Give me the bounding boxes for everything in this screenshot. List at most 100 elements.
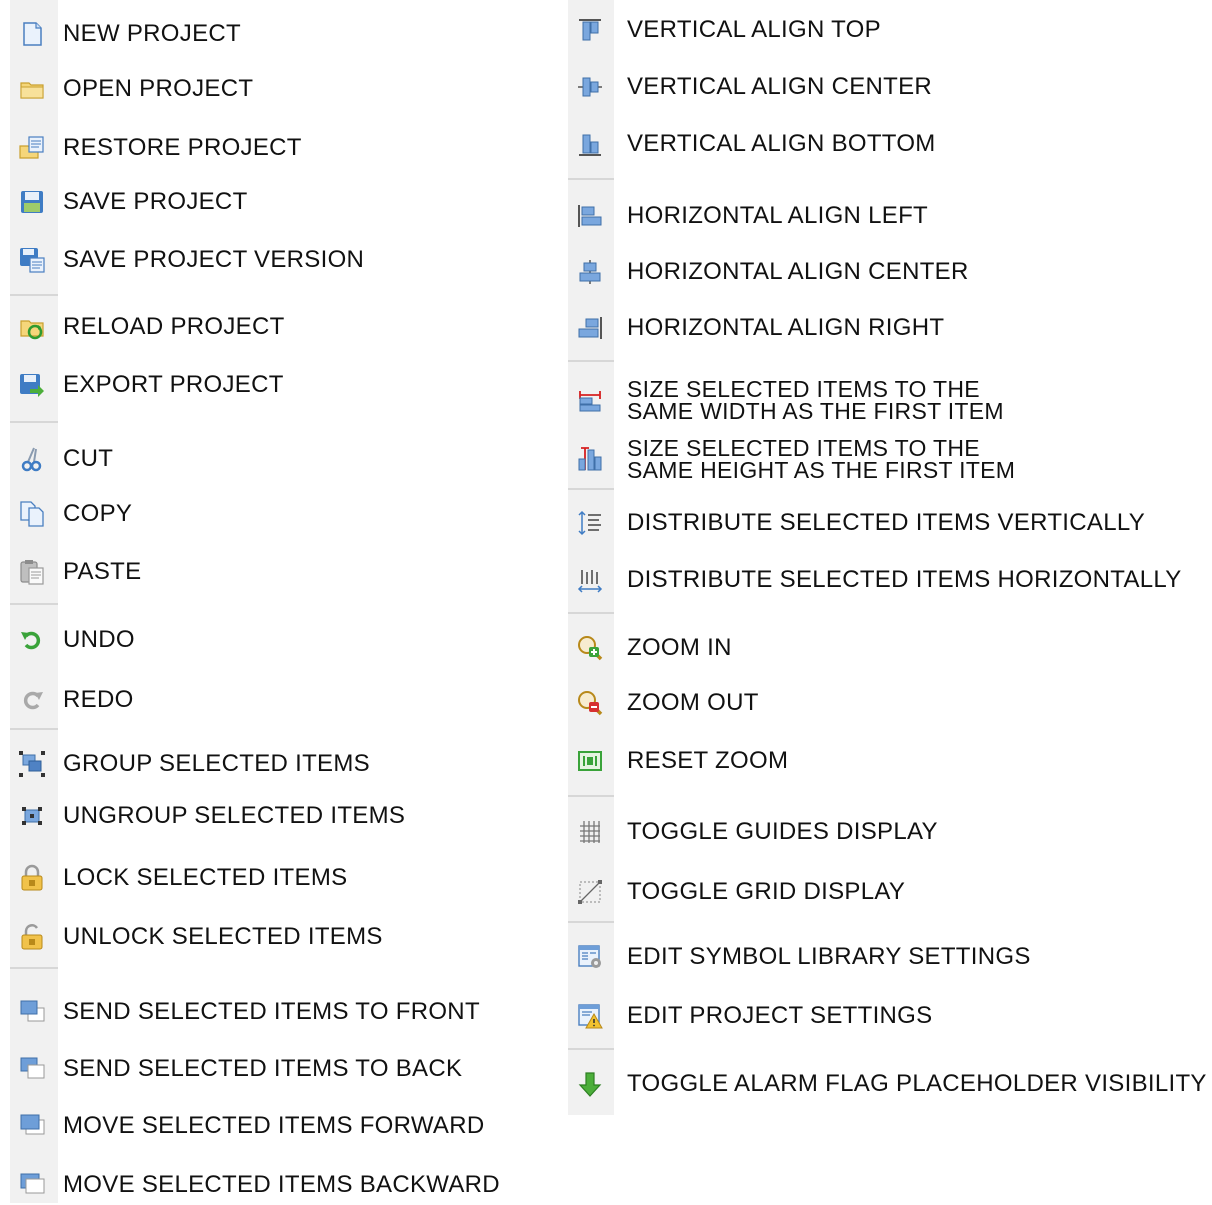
move-backward-icon: [18, 1171, 46, 1199]
item-label: PASTE: [63, 558, 142, 585]
item-label: LOCK SELECTED ITEMS: [63, 864, 348, 891]
move-forward-icon: [18, 1112, 46, 1140]
distribute-vertical-item[interactable]: DISTRIBUTE SELECTED ITEMS VERTICALLY: [560, 503, 1212, 543]
horizontal-align-center-item[interactable]: HORIZONTAL ALIGN CENTER: [560, 252, 1212, 292]
distribute-vertical-icon: [576, 509, 604, 537]
reset-zoom-icon: [576, 747, 604, 775]
reload-project-item[interactable]: RELOAD PROJECT: [0, 307, 540, 347]
same-height-item[interactable]: SIZE SELECTED ITEMS TO THE SAME HEIGHT A…: [560, 436, 1212, 482]
item-label: DISTRIBUTE SELECTED ITEMS VERTICALLY: [627, 509, 1146, 536]
send-to-back-icon: [18, 1055, 46, 1083]
separator: [568, 1048, 614, 1050]
new-document-icon: [18, 20, 46, 48]
send-to-front-item[interactable]: SEND SELECTED ITEMS TO FRONT: [0, 992, 540, 1032]
item-label: RESTORE PROJECT: [63, 134, 302, 161]
item-label: UNLOCK SELECTED ITEMS: [63, 923, 383, 950]
new-project-item[interactable]: NEW PROJECT: [0, 14, 540, 54]
move-backward-item[interactable]: MOVE SELECTED ITEMS BACKWARD: [0, 1165, 540, 1205]
item-label: EDIT PROJECT SETTINGS: [627, 1002, 933, 1029]
item-label: HORIZONTAL ALIGN RIGHT: [627, 314, 945, 341]
item-label: VERTICAL ALIGN CENTER: [627, 73, 933, 100]
same-width-icon: [576, 386, 604, 414]
distribute-horizontal-icon: [576, 566, 604, 594]
same-width-item[interactable]: SIZE SELECTED ITEMS TO THE SAME WIDTH AS…: [560, 377, 1212, 423]
scissors-icon: [18, 445, 46, 473]
unlock-icon: [18, 923, 46, 951]
send-to-back-item[interactable]: SEND SELECTED ITEMS TO BACK: [0, 1049, 540, 1089]
item-label: HORIZONTAL ALIGN LEFT: [627, 202, 929, 229]
separator: [10, 967, 58, 969]
item-label: SIZE SELECTED ITEMS TO THE SAME WIDTH AS…: [627, 377, 1187, 422]
copy-item[interactable]: COPY: [0, 494, 540, 534]
paste-icon: [18, 558, 46, 586]
zoom-in-icon: [576, 634, 604, 662]
restore-project-item[interactable]: RESTORE PROJECT: [0, 128, 540, 168]
zoom-out-item[interactable]: ZOOM OUT: [560, 683, 1212, 723]
same-height-icon: [576, 445, 604, 473]
restore-icon: [18, 134, 46, 162]
cut-item[interactable]: CUT: [0, 439, 540, 479]
group-selected-items-item[interactable]: GROUP SELECTED ITEMS: [0, 744, 540, 784]
export-project-item[interactable]: EXPORT PROJECT: [0, 365, 540, 405]
item-label: SAVE PROJECT VERSION: [63, 246, 365, 273]
export-icon: [18, 371, 46, 399]
horizontal-align-right-item[interactable]: HORIZONTAL ALIGN RIGHT: [560, 308, 1212, 348]
item-label: DISTRIBUTE SELECTED ITEMS HORIZONTALLY: [627, 566, 1182, 593]
distribute-horizontal-item[interactable]: DISTRIBUTE SELECTED ITEMS HORIZONTALLY: [560, 560, 1212, 600]
align-top-icon: [576, 16, 604, 44]
copy-icon: [18, 500, 46, 528]
ungroup-selected-items-item[interactable]: UNGROUP SELECTED ITEMS: [0, 796, 540, 836]
save-icon: [18, 188, 46, 216]
item-label: REDO: [63, 686, 134, 713]
item-label: EXPORT PROJECT: [63, 371, 284, 398]
item-label: RELOAD PROJECT: [63, 313, 285, 340]
undo-icon: [18, 626, 46, 654]
bring-to-front-icon: [18, 998, 46, 1026]
save-project-version-item[interactable]: SAVE PROJECT VERSION: [0, 240, 540, 280]
separator: [10, 294, 58, 296]
undo-item[interactable]: UNDO: [0, 620, 540, 660]
redo-item[interactable]: REDO: [0, 680, 540, 720]
item-label: SEND SELECTED ITEMS TO FRONT: [63, 998, 480, 1025]
item-label: UNDO: [63, 626, 135, 653]
unlock-selected-items-item[interactable]: UNLOCK SELECTED ITEMS: [0, 917, 540, 957]
item-label: RESET ZOOM: [627, 747, 789, 774]
reload-icon: [18, 313, 46, 341]
item-label: NEW PROJECT: [63, 20, 241, 47]
vertical-align-center-item[interactable]: VERTICAL ALIGN CENTER: [560, 67, 1212, 107]
alarm-flag-arrow-icon: [576, 1070, 604, 1098]
horizontal-align-left-item[interactable]: HORIZONTAL ALIGN LEFT: [560, 196, 1212, 236]
separator: [568, 921, 614, 923]
edit-symbol-library-settings-item[interactable]: EDIT SYMBOL LIBRARY SETTINGS: [560, 937, 1212, 977]
item-label: COPY: [63, 500, 133, 527]
zoom-in-item[interactable]: ZOOM IN: [560, 628, 1212, 668]
open-project-item[interactable]: OPEN PROJECT: [0, 69, 540, 109]
grid-icon: [576, 878, 604, 906]
item-label: MOVE SELECTED ITEMS FORWARD: [63, 1112, 485, 1139]
vertical-align-top-item[interactable]: VERTICAL ALIGN TOP: [560, 10, 1212, 50]
toggle-alarm-flag-placeholder-item[interactable]: TOGGLE ALARM FLAG PLACEHOLDER VISIBILITY: [560, 1064, 1212, 1104]
separator: [568, 178, 614, 180]
symbol-library-settings-icon: [576, 943, 604, 971]
vertical-align-bottom-item[interactable]: VERTICAL ALIGN BOTTOM: [560, 124, 1212, 164]
ungroup-icon: [18, 802, 46, 830]
right-toolbar-legend: VERTICAL ALIGN TOP VERTICAL ALIGN CENTER…: [560, 0, 1212, 1203]
item-label: VERTICAL ALIGN BOTTOM: [627, 130, 936, 157]
lock-selected-items-item[interactable]: LOCK SELECTED ITEMS: [0, 858, 540, 898]
paste-item[interactable]: PASTE: [0, 552, 540, 592]
edit-project-settings-item[interactable]: EDIT PROJECT SETTINGS: [560, 996, 1212, 1036]
group-icon: [18, 750, 46, 778]
zoom-out-icon: [576, 689, 604, 717]
toggle-grid-item[interactable]: TOGGLE GRID DISPLAY: [560, 872, 1212, 912]
move-forward-item[interactable]: MOVE SELECTED ITEMS FORWARD: [0, 1106, 540, 1146]
toggle-guides-item[interactable]: TOGGLE GUIDES DISPLAY: [560, 812, 1212, 852]
item-label: OPEN PROJECT: [63, 75, 254, 102]
item-label: UNGROUP SELECTED ITEMS: [63, 802, 406, 829]
separator: [568, 795, 614, 797]
reset-zoom-item[interactable]: RESET ZOOM: [560, 741, 1212, 781]
redo-icon: [18, 686, 46, 714]
save-project-item[interactable]: SAVE PROJECT: [0, 182, 540, 222]
item-label: TOGGLE ALARM FLAG PLACEHOLDER VISIBILITY: [627, 1070, 1207, 1097]
item-label: TOGGLE GRID DISPLAY: [627, 878, 906, 905]
item-label: ZOOM IN: [627, 634, 732, 661]
